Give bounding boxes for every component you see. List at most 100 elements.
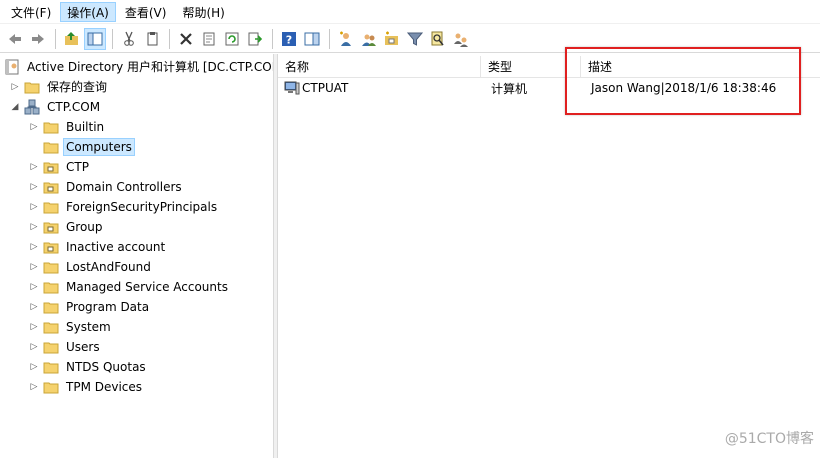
tree-item-group[interactable]: ▷ Group	[29, 217, 106, 237]
menu-view[interactable]: 查看(V)	[118, 2, 174, 22]
folder-icon	[43, 262, 59, 274]
tree-item-label: Managed Service Accounts	[66, 280, 228, 294]
tree-item-program-data[interactable]: ▷ Program Data	[29, 297, 152, 317]
expand-chevron-icon[interactable]: ▷	[29, 122, 39, 132]
expand-chevron-icon[interactable]: ▷	[29, 322, 39, 332]
tree-item-label: Builtin	[66, 120, 105, 134]
folder-icon	[43, 202, 59, 214]
list-item-name: CTPUAT	[302, 81, 349, 95]
filter-icon[interactable]	[404, 28, 426, 50]
tree-item-label: LostAndFound	[66, 260, 151, 274]
column-header-name[interactable]: 名称	[278, 56, 481, 78]
forward-arrow-icon[interactable]	[27, 28, 49, 50]
new-ou-icon[interactable]	[381, 28, 403, 50]
tree-item-saved-queries[interactable]: ▷ 保存的查询	[10, 77, 110, 97]
tree-item-foreignsecurityprincipals[interactable]: ▷ ForeignSecurityPrincipals	[29, 197, 220, 217]
expand-chevron-icon[interactable]: ▷	[29, 302, 39, 312]
ou-folder-icon	[43, 182, 59, 194]
folder-icon	[43, 142, 59, 154]
show-hide-console-tree-icon[interactable]	[84, 27, 106, 50]
tree-item-tpm-devices[interactable]: ▷ TPM Devices	[29, 377, 145, 397]
annotation-highlight-box	[565, 47, 801, 115]
toolbar-separator	[169, 28, 170, 49]
expand-chevron-icon[interactable]: ▷	[29, 182, 39, 192]
expand-chevron-icon[interactable]: ▷	[29, 222, 39, 232]
tree-item-label: Group	[66, 220, 103, 234]
menu-help[interactable]: 帮助(H)	[175, 2, 231, 22]
tree-root[interactable]: Active Directory 用户和计算机 [DC.CTP.COM]	[4, 57, 273, 77]
action-pane-icon[interactable]	[301, 28, 323, 50]
properties-icon[interactable]	[198, 28, 220, 50]
folder-icon	[43, 322, 59, 334]
refresh-icon[interactable]	[221, 28, 243, 50]
tree-item-ntds-quotas[interactable]: ▷ NTDS Quotas	[29, 357, 149, 377]
expand-chevron-icon[interactable]: ▷	[29, 342, 39, 352]
folder-icon	[43, 302, 59, 314]
toolbar-separator	[329, 28, 330, 49]
tree-item-label: Computers	[63, 138, 135, 156]
folder-icon	[43, 122, 59, 134]
menu-bar: 文件(F) 操作(A) 查看(V) 帮助(H)	[0, 0, 820, 24]
copy-icon[interactable]	[141, 28, 163, 50]
tree-item-lostandfound[interactable]: ▷ LostAndFound	[29, 257, 154, 277]
menu-action[interactable]: 操作(A)	[60, 1, 116, 22]
tree-item-builtin[interactable]: ▷ Builtin	[29, 117, 107, 137]
add-to-group-icon[interactable]	[450, 28, 472, 50]
domain-icon	[24, 99, 40, 115]
new-group-icon[interactable]	[358, 28, 380, 50]
expand-chevron-icon[interactable]: ▷	[29, 262, 39, 272]
folder-icon	[24, 82, 40, 94]
tree-item-ctp[interactable]: ▷ CTP	[29, 157, 92, 177]
ad-book-icon	[5, 59, 19, 75]
tree-item-inactive-account[interactable]: ▷ Inactive account	[29, 237, 168, 257]
expand-chevron-icon[interactable]: ▷	[29, 282, 39, 292]
export-list-icon[interactable]	[244, 28, 266, 50]
find-icon[interactable]	[427, 28, 449, 50]
up-folder-icon[interactable]	[61, 28, 83, 50]
expand-chevron-icon[interactable]: ▷	[10, 82, 20, 92]
help-icon[interactable]: ?	[278, 28, 300, 50]
tree-item-label: 保存的查询	[47, 80, 108, 94]
tree-item-domain-controllers[interactable]: ▷ Domain Controllers	[29, 177, 185, 197]
ou-folder-icon	[43, 162, 59, 174]
menu-file[interactable]: 文件(F)	[4, 2, 58, 22]
tree-item-label: Domain Controllers	[66, 180, 182, 194]
tree-item-label: CTP	[66, 160, 89, 174]
tree-item-label: TPM Devices	[66, 380, 143, 394]
console-tree[interactable]: Active Directory 用户和计算机 [DC.CTP.COM] ▷ 保…	[0, 54, 273, 458]
cut-icon[interactable]	[118, 28, 140, 50]
tree-item-domain[interactable]: ◢ CTP.COM	[10, 97, 103, 117]
computer-icon	[284, 81, 300, 95]
delete-icon[interactable]	[175, 28, 197, 50]
back-arrow-icon[interactable]	[4, 28, 26, 50]
expand-chevron-icon[interactable]: ▷	[29, 382, 39, 392]
expand-chevron-icon[interactable]: ▷	[29, 202, 39, 212]
folder-icon	[43, 282, 59, 294]
folder-icon	[43, 362, 59, 374]
tree-item-label: System	[66, 320, 111, 334]
tree-item-label: Inactive account	[66, 240, 166, 254]
expand-chevron-icon[interactable]: ▷	[29, 242, 39, 252]
tree-root-label: Active Directory 用户和计算机 [DC.CTP.COM]	[27, 60, 273, 74]
tree-item-users[interactable]: ▷ Users	[29, 337, 103, 357]
expand-chevron-icon[interactable]: ▷	[29, 162, 39, 172]
ou-folder-icon	[43, 242, 59, 254]
tree-item-label: Program Data	[66, 300, 150, 314]
folder-icon	[43, 342, 59, 354]
tree-item-label: ForeignSecurityPrincipals	[66, 200, 218, 214]
tree-item-computers[interactable]: Computers	[29, 137, 135, 157]
collapse-chevron-icon[interactable]: ◢	[10, 102, 20, 112]
svg-text:?: ?	[286, 33, 292, 46]
tree-item-label: Users	[66, 340, 100, 354]
toolbar-separator	[272, 28, 273, 49]
ou-folder-icon	[43, 222, 59, 234]
tree-item-system[interactable]: ▷ System	[29, 317, 114, 337]
toolbar-separator	[112, 28, 113, 49]
watermark: @51CTO博客	[724, 431, 814, 447]
tree-item-label: NTDS Quotas	[66, 360, 146, 374]
expand-chevron-icon[interactable]: ▷	[29, 362, 39, 372]
new-user-icon[interactable]	[335, 28, 357, 50]
toolbar-separator	[55, 28, 56, 49]
tree-item-managed-service-accounts[interactable]: ▷ Managed Service Accounts	[29, 277, 231, 297]
folder-icon	[43, 382, 59, 394]
